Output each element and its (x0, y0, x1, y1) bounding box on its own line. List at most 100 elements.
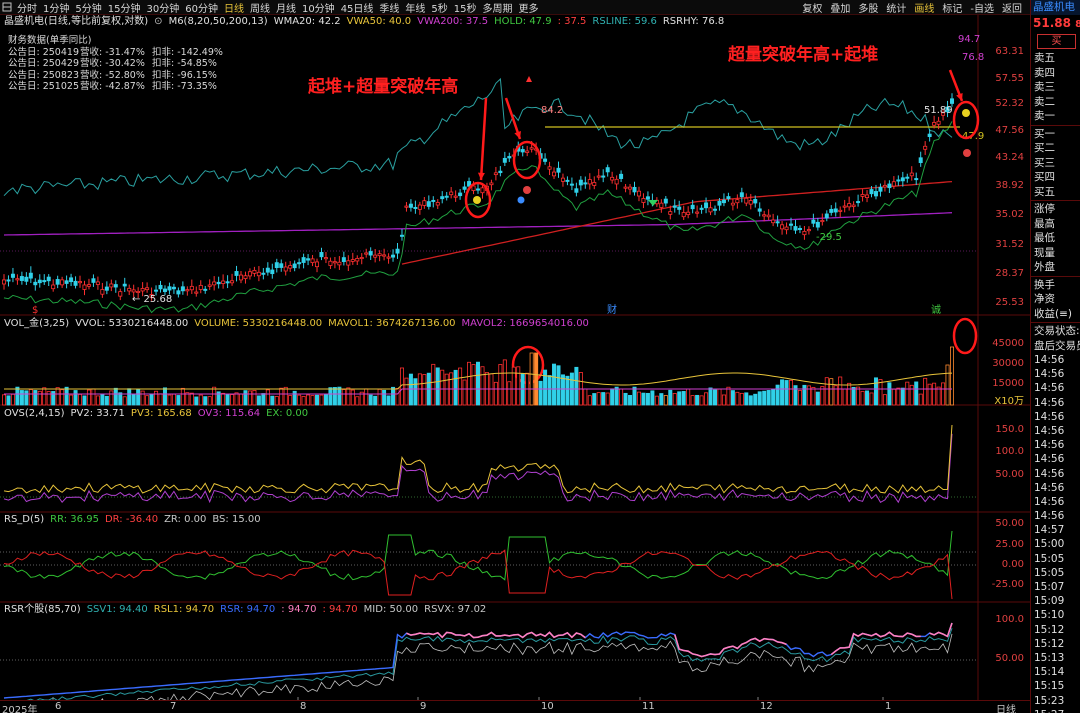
volume-bar (310, 395, 315, 406)
highlight-circle (952, 317, 978, 355)
candle (936, 120, 941, 125)
candle (194, 291, 199, 294)
period-tab[interactable]: 1分钟 (40, 0, 72, 15)
volume-bar (127, 388, 132, 406)
legend-item: MAVOL2: 1669654016.00 (461, 318, 589, 329)
candle (51, 284, 56, 290)
candle (458, 192, 463, 197)
legend-item: OV3: 115.64 (197, 408, 261, 419)
quote-row: 卖二 (1034, 95, 1055, 108)
volume-bar (869, 392, 874, 406)
volume-bar (717, 388, 722, 406)
volume-bar (207, 396, 212, 406)
period-tab[interactable]: 15秒 (451, 0, 480, 15)
candle (681, 212, 686, 218)
volume-bar (60, 389, 65, 406)
candle (431, 199, 436, 202)
volume-bar (413, 378, 418, 406)
volume-bar (721, 394, 726, 406)
period-tab[interactable]: 30分钟 (143, 0, 182, 15)
candle (279, 263, 284, 268)
period-tab[interactable]: 15分钟 (105, 0, 144, 15)
toolbar-button[interactable]: -自选 (966, 0, 998, 14)
candle (404, 205, 409, 208)
candle (851, 204, 856, 207)
candle (6, 279, 11, 282)
candle (364, 252, 369, 255)
period-tab[interactable]: 日线 (221, 0, 247, 15)
volume-bar (377, 388, 382, 406)
month-label: 10 (541, 701, 554, 712)
volume-bar (730, 390, 735, 406)
toolbar-button[interactable]: 标记 (938, 0, 966, 14)
period-tab[interactable]: 季线 (376, 0, 402, 15)
volume-bar (91, 388, 96, 406)
candle (842, 205, 847, 208)
candle (417, 204, 422, 210)
period-tab[interactable]: 周线 (247, 0, 273, 15)
date-period: 日线 (996, 705, 1016, 713)
toolbar-button[interactable]: 画线 (910, 0, 938, 14)
menu-icon[interactable] (2, 2, 12, 12)
period-tab[interactable]: 多周期 (480, 0, 516, 15)
ssv1-series (26, 628, 953, 700)
buy-button[interactable]: 买 (1037, 34, 1076, 49)
signal-dot (523, 186, 531, 194)
settings-icon[interactable]: ⊙ (154, 16, 162, 28)
period-tab[interactable]: 10分钟 (299, 0, 338, 15)
candle (46, 276, 51, 282)
price-tick: 25.53 (995, 297, 1024, 308)
toolbar-button[interactable]: 返回 (998, 0, 1026, 14)
candle (274, 262, 279, 268)
candle (435, 202, 440, 206)
toolbar-button[interactable]: 叠加 (826, 0, 854, 14)
candle (833, 208, 838, 213)
volume-bar (681, 391, 686, 406)
period-tab[interactable]: 更多 (516, 0, 542, 15)
fin-revenue: 营收: -30.42% (80, 58, 145, 69)
volume-bar (274, 396, 279, 406)
legend-item: : 94.70 (322, 604, 358, 615)
toolbar-button[interactable]: 复权 (798, 0, 826, 14)
period-tab[interactable]: 5分钟 (72, 0, 104, 15)
volume-bar (51, 391, 56, 406)
volume-bar (180, 387, 185, 406)
period-tab[interactable]: 60分钟 (182, 0, 221, 15)
period-tab[interactable]: 月线 (273, 0, 299, 15)
candle (668, 211, 673, 215)
volume-bar (923, 377, 928, 406)
period-tab[interactable]: 5秒 (428, 0, 450, 15)
volume-bar (458, 367, 463, 406)
volume-bar (699, 395, 704, 406)
fin-row: 公告日: 250823营收: -52.80% 扣非: -96.15% (8, 70, 223, 82)
label-low1: ← 25.68 (132, 294, 172, 305)
candle (323, 257, 328, 260)
candle (713, 208, 718, 211)
toolbar-button[interactable]: 多股 (854, 0, 882, 14)
candle (243, 275, 248, 279)
kline-chart[interactable]: 94.776.884.2 51.8947.9← 25.68-29.5财 诚$ (0, 15, 1030, 700)
candle (766, 214, 771, 218)
quote-row: 15:14 (1034, 666, 1065, 679)
volume-bar (24, 390, 29, 406)
candle (15, 278, 20, 281)
period-tab[interactable]: 年线 (402, 0, 428, 15)
vol-legend: VOL_金(3,25) VVOL: 5330216448.00 VOLUME: 53… (4, 318, 595, 330)
candle (207, 284, 212, 287)
period-tab[interactable]: 分时 (14, 0, 40, 15)
volume-bar (167, 394, 172, 406)
candle (10, 273, 15, 278)
period-tab[interactable]: 45日线 (338, 0, 377, 15)
candle (73, 280, 78, 286)
candle (641, 198, 646, 203)
main-legend: 晶盛机电(日线,等比前复权,对数) ⊙ M6(8,20,50,200,13) WM… (4, 16, 736, 28)
fin-netprofit: 扣非: -142.49% (152, 46, 223, 58)
toolbar-button[interactable]: 统计 (882, 0, 910, 14)
legend-item: MID: 50.00 (363, 604, 419, 615)
quote-row: 买五 (1034, 185, 1055, 198)
quote-row: 交易状态: (1034, 325, 1080, 337)
volume-bar (757, 391, 762, 406)
candle (704, 202, 709, 209)
quote-row: 卖四 (1034, 66, 1055, 79)
volume-bar (695, 394, 700, 406)
